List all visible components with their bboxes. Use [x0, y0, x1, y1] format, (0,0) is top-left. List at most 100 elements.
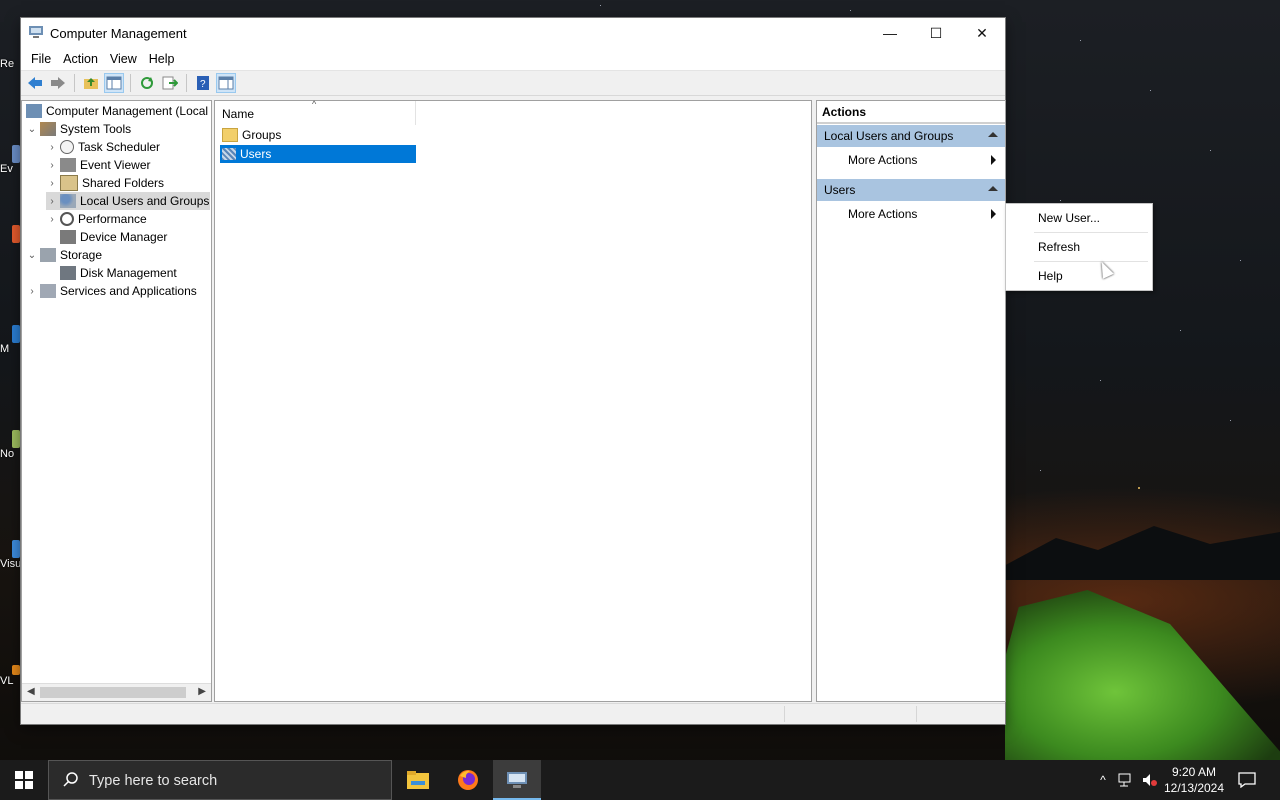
show-hidden-icons-button[interactable]: ^	[1094, 760, 1112, 800]
tree-item-computer-management[interactable]: Computer Management (Local	[24, 102, 208, 120]
desktop-icon-m[interactable]: M	[0, 325, 22, 355]
menu-action[interactable]: Action	[57, 52, 104, 66]
app-icon	[12, 430, 20, 448]
menu-file[interactable]: File	[25, 52, 57, 66]
app-icon	[12, 325, 20, 343]
show-hide-console-tree-button[interactable]	[104, 73, 124, 93]
chevron-up-icon: ^	[1100, 773, 1106, 787]
tree-horizontal-scrollbar[interactable]: ◀ ▶	[22, 683, 211, 701]
menu-help[interactable]: Help	[143, 52, 181, 66]
list-item-users[interactable]: Users	[220, 145, 416, 163]
actions-section-users[interactable]: Users	[817, 179, 1005, 201]
actions-section-local-users-and-groups[interactable]: Local Users and Groups	[817, 125, 1005, 147]
title-bar[interactable]: Computer Management — ☐ ✕	[21, 18, 1005, 48]
chevron-right-icon[interactable]: ›	[26, 286, 38, 297]
taskbar-computer-management[interactable]	[493, 760, 541, 800]
clock-icon	[60, 140, 74, 154]
menu-item-new-user[interactable]: New User...	[1006, 204, 1152, 232]
chevron-right-icon[interactable]: ›	[46, 142, 58, 153]
tree-item-shared-folders[interactable]: › Shared Folders	[46, 174, 164, 192]
desktop-icon-event[interactable]: Ev	[0, 145, 22, 175]
forward-button[interactable]	[48, 73, 68, 93]
network-tray-icon[interactable]	[1116, 760, 1136, 800]
tree-item-system-tools[interactable]: ⌄ System Tools	[26, 120, 131, 138]
maximize-button[interactable]: ☐	[913, 18, 959, 48]
desktop-icon-vl[interactable]: VL	[0, 665, 22, 687]
chevron-right-icon[interactable]: ›	[46, 160, 58, 171]
up-one-level-button[interactable]	[81, 73, 101, 93]
minimize-button[interactable]: —	[867, 18, 913, 48]
computer-management-icon	[29, 26, 43, 38]
tree-item-disk-management[interactable]: Disk Management	[46, 264, 177, 282]
clock-time: 9:20 AM	[1171, 765, 1217, 779]
actions-pane: Actions Local Users and Groups More Acti…	[816, 100, 1006, 702]
more-actions-users[interactable]: More Actions	[817, 203, 1005, 225]
show-hide-action-pane-button[interactable]	[216, 73, 236, 93]
firefox-icon	[458, 770, 478, 790]
users-icon	[60, 194, 76, 208]
disk-icon	[60, 266, 76, 280]
menu-item-help[interactable]: Help	[1006, 262, 1152, 290]
users-folder-icon	[222, 148, 236, 160]
computer-management-window: Computer Management — ☐ ✕ File Action Vi…	[21, 18, 1006, 724]
desktop-icon-no[interactable]: No	[0, 430, 22, 460]
column-header-name[interactable]: Name ^	[215, 99, 416, 125]
action-center-button[interactable]	[1232, 760, 1262, 800]
menu-item-refresh[interactable]: Refresh	[1006, 233, 1152, 261]
back-button[interactable]	[25, 73, 45, 93]
taskbar-clock[interactable]: 9:20 AM 12/13/2024	[1160, 764, 1228, 796]
tree-item-services-and-applications[interactable]: › Services and Applications	[26, 282, 197, 300]
taskbar-search-box[interactable]: Type here to search	[48, 760, 392, 800]
refresh-button[interactable]	[137, 73, 157, 93]
tree-item-device-manager[interactable]: Device Manager	[46, 228, 167, 246]
network-icon	[1118, 773, 1131, 787]
tree-item-task-scheduler[interactable]: › Task Scheduler	[46, 138, 160, 156]
menu-bar: File Action View Help	[21, 48, 1005, 71]
help-icon: ?	[197, 76, 209, 90]
taskbar-file-explorer[interactable]	[394, 760, 442, 800]
help-button[interactable]: ?	[193, 73, 213, 93]
tree-item-local-users-and-groups[interactable]: › Local Users and Groups	[46, 192, 210, 210]
computer-management-icon	[26, 104, 42, 118]
services-icon	[40, 284, 56, 298]
desktop-icon-recycle[interactable]: Re	[0, 58, 22, 70]
submenu-arrow-icon	[991, 209, 996, 219]
list-item-groups[interactable]: Groups	[220, 126, 416, 144]
event-viewer-icon	[60, 158, 76, 172]
scrollbar-thumb[interactable]	[40, 687, 186, 698]
forward-arrow-icon	[51, 77, 65, 89]
chevron-right-icon[interactable]: ›	[46, 178, 58, 189]
performance-icon	[60, 212, 74, 226]
collapse-up-icon[interactable]	[988, 186, 998, 191]
chevron-right-icon[interactable]: ›	[46, 214, 58, 225]
chevron-down-icon[interactable]: ⌄	[26, 250, 38, 261]
notification-icon	[1238, 772, 1256, 788]
submenu-arrow-icon	[991, 155, 996, 165]
clock-date: 12/13/2024	[1163, 781, 1225, 795]
close-button[interactable]: ✕	[959, 18, 1005, 48]
start-button[interactable]	[0, 760, 48, 800]
device-manager-icon	[60, 230, 76, 244]
export-icon	[162, 76, 178, 90]
desktop-icon-visu[interactable]: Visu	[0, 540, 22, 570]
export-list-button[interactable]	[160, 73, 180, 93]
scroll-left-icon[interactable]: ◀	[27, 686, 35, 697]
tree-item-storage[interactable]: ⌄ Storage	[26, 246, 102, 264]
desktop-icon-2[interactable]	[0, 225, 22, 243]
chevron-down-icon[interactable]: ⌄	[26, 124, 38, 135]
computer-management-icon	[507, 772, 527, 788]
more-actions-local-users[interactable]: More Actions	[817, 149, 1005, 171]
mountain-silhouette	[1000, 526, 1280, 580]
taskbar-firefox[interactable]	[444, 760, 492, 800]
scroll-right-icon[interactable]: ▶	[198, 686, 206, 697]
collapse-up-icon[interactable]	[988, 132, 998, 137]
back-arrow-icon	[28, 77, 42, 89]
volume-tray-icon[interactable]	[1140, 760, 1160, 800]
app-icon	[12, 225, 20, 243]
chevron-right-icon[interactable]: ›	[46, 196, 58, 207]
tree-item-performance[interactable]: › Performance	[46, 210, 147, 228]
menu-view[interactable]: View	[104, 52, 143, 66]
actions-header: Actions	[817, 101, 1005, 124]
folder-up-icon	[84, 78, 98, 89]
tree-item-event-viewer[interactable]: › Event Viewer	[46, 156, 150, 174]
